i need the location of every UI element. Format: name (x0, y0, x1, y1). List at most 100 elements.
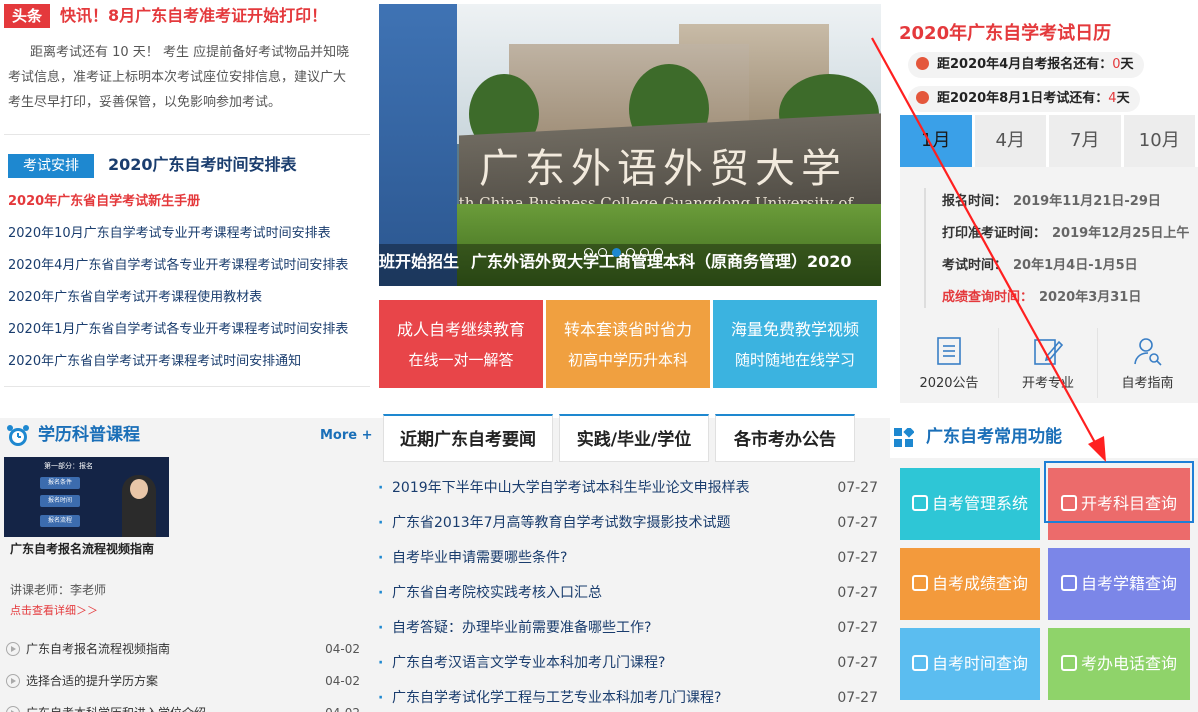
highlight-box (1044, 461, 1194, 523)
calendar-row-registration: 报名时间： 2019年11月21日-29日 (942, 194, 1161, 209)
banner-dot[interactable] (584, 248, 593, 257)
edit-icon (1034, 339, 1063, 365)
countdown-unit: 天 (1116, 91, 1130, 106)
exam-schedule-tag: 考试安排 (8, 154, 94, 178)
course-list: 广东自考报名流程视频指南04-02 选择合适的提升学历方案04-02 广东自考本… (4, 638, 370, 712)
exam-schedule-link[interactable]: 2020年广东省自学考试开考课程考试时间安排通知 (8, 346, 378, 378)
news-tabs: 近期广东自考要闻 实践/毕业/学位 各市考办公告 (383, 414, 883, 462)
enrollment-query-button[interactable]: 自考学籍查询 (1048, 548, 1190, 620)
banner-dot[interactable] (598, 248, 607, 257)
news-item[interactable]: · 自考毕业申请需要哪些条件? 07-27 (378, 542, 883, 577)
banner-dots (584, 242, 668, 261)
promo-line2: 初高中学历升本科 (567, 351, 688, 369)
banner-dot-active[interactable] (612, 248, 621, 257)
tab-month-10[interactable]: 10月 (1123, 115, 1195, 167)
video-menu-item: 报名流程 (40, 515, 80, 527)
tab-month-1[interactable]: 1月 (900, 115, 972, 167)
video-presenter-face (130, 479, 148, 499)
promo-button-upgrade[interactable]: 转本套读省时省力 初高中学历升本科 (546, 300, 710, 388)
courses-more-link[interactable]: More + (320, 426, 373, 446)
tools-icon (911, 495, 928, 511)
news-list: · 2019年下半年中山大学自学考试本科生毕业论文申报样表 07-27 · 广东省20… (378, 472, 883, 712)
tab-month-7[interactable]: 7月 (1049, 115, 1121, 167)
graduation-cap-icon (911, 655, 928, 671)
exam-schedule-list: 2020年广东省自学考试新生手册 2020年10月广东自学考试专业开考课程考试时… (8, 186, 378, 378)
shortcut-guide[interactable]: 自考指南 (1098, 328, 1197, 398)
course-list-item[interactable]: 广东自考本科学历和进入学位介绍04-02 (4, 702, 370, 712)
news-item[interactable]: · 广东省2013年7月高等教育自学考试数字摄影技术试题 07-27 (378, 507, 883, 542)
office-phone-query-button[interactable]: 考办电话查询 (1048, 628, 1190, 700)
grid-icon (894, 428, 914, 447)
exam-schedule-link[interactable]: 2020年10月广东自学考试专业开考课程考试时间安排表 (8, 218, 378, 250)
news-item[interactable]: · 2019年下半年中山大学自学考试本科生毕业论文申报样表 07-27 (378, 472, 883, 507)
functions-title: 广东自考常用功能 (926, 427, 1062, 447)
timeline-line (924, 188, 926, 308)
news-item[interactable]: · 广东自考汉语言文学专业本科加考几门课程? 07-27 (378, 647, 883, 682)
shortcut-label: 开考专业 (1021, 376, 1074, 391)
promo-line1: 转本套读省时省力 (563, 320, 692, 339)
banner-building (509, 44, 749, 134)
video-overlay-text: 第一部分：报名 (44, 462, 93, 470)
alarm-clock-icon (7, 425, 29, 446)
course-detail-link[interactable]: 点击查看详细＞＞ (10, 602, 98, 620)
banner-sign-text: 广东外语外贸大学 (479, 146, 847, 192)
video-menu-item: 报名时间 (40, 495, 80, 507)
shortcut-label: 自考指南 (1121, 376, 1174, 391)
promo-line2: 随时随地在线学习 (734, 351, 855, 369)
tab-practice-graduation[interactable]: 实践/毕业/学位 (559, 414, 709, 462)
banner-prev-caption[interactable]: 班开始招生 (379, 248, 459, 272)
promo-line1: 海量免费教学视频 (730, 320, 859, 339)
course-list-item[interactable]: 选择合适的提升学历方案 04-02 (4, 670, 370, 702)
calendar-month-tabs: 1月 4月 7月 10月 (900, 115, 1198, 167)
countdown-text: 距2020年8月1日考试还有： (937, 91, 1109, 106)
promo-button-continuing-edu[interactable]: 成人自考继续教育 在线一对一解答 (379, 300, 543, 388)
promo-line1: 成人自考继续教育 (396, 320, 525, 339)
user-search-icon (1133, 338, 1162, 366)
tab-city-notices[interactable]: 各市考办公告 (715, 414, 855, 462)
headline-tag: 头条 (4, 4, 50, 28)
exam-schedule-link[interactable]: 2020年广东省自学考试新生手册 (8, 186, 378, 218)
play-icon (6, 706, 20, 712)
calendar-title: 2020年广东自学考试日历 (899, 23, 1112, 44)
exam-schedule-link[interactable]: 2020年1月广东省自学考试各专业开考课程考试时间安排表 (8, 314, 378, 346)
exam-schedule-link[interactable]: 2020年广东省自学考试开考课程使用教材表 (8, 282, 378, 314)
score-query-button[interactable]: 自考成绩查询 (900, 548, 1040, 620)
promo-button-videos[interactable]: 海量免费教学视频 随时随地在线学习 (713, 300, 877, 388)
news-item[interactable]: · 自考答疑：办理毕业前需要准备哪些工作? 07-27 (378, 612, 883, 647)
courses-title: 学历科普课程 (38, 425, 140, 445)
headline-title-link[interactable]: 快讯！8月广东自考准考证开始打印！ (60, 4, 327, 28)
course-video-title[interactable]: 广东自考报名流程视频指南 (10, 540, 154, 558)
clock-icon (916, 91, 929, 104)
book-icon (1060, 575, 1077, 591)
calendar-shortcuts: 2020公告 开考专业 自考指南 (900, 328, 1198, 398)
notice-icon (937, 337, 961, 365)
banner-carousel[interactable]: 广东外语外贸大学 uth China Business College Guan… (379, 4, 881, 286)
promo-line2: 在线一对一解答 (408, 351, 514, 369)
news-item[interactable]: · 广东省自考院校实践考核入口汇总 07-27 (378, 577, 883, 612)
course-video-thumbnail[interactable]: 第一部分：报名 报名条件 报名时间 报名流程 (4, 457, 169, 537)
divider (4, 134, 370, 135)
news-item[interactable]: · 广东自学考试化学工程与工艺专业本科加考几门课程? 07-27 (378, 682, 883, 712)
countdown-number: 4 (1108, 91, 1117, 106)
exam-schedule-link[interactable]: 2020年4月广东省自学考试各专业开考课程考试时间安排表 (8, 250, 378, 282)
clock-icon (916, 57, 929, 70)
course-list-item[interactable]: 广东自考报名流程视频指南 04-02 (4, 638, 370, 670)
headline-body: 距离考试还有 10 天！ 考生 应提前备好考试物品并知晓考试信息，准考证上标明本… (8, 45, 350, 110)
exam-time-query-button[interactable]: 自考时间查询 (900, 628, 1040, 700)
banner-dot[interactable] (654, 248, 663, 257)
countdown-unit: 天 (1120, 57, 1134, 72)
tab-month-4[interactable]: 4月 (974, 115, 1046, 167)
exam-schedule-title-link[interactable]: 2020广东自考时间安排表 (108, 153, 297, 177)
course-teacher: 讲课老师：李老师 (10, 583, 107, 597)
countdown-number: 0 (1112, 57, 1121, 72)
countdown-exam: 距2020年8月1日考试还有：4天 (908, 86, 1140, 112)
calendar-row-exam: 考试时间： 20年1月4日-1月5日 (942, 258, 1138, 273)
play-icon (6, 674, 20, 688)
banner-dot[interactable] (640, 248, 649, 257)
video-menu-item: 报名条件 (40, 477, 80, 489)
exam-management-button[interactable]: 自考管理系统 (900, 468, 1040, 540)
shortcut-notice[interactable]: 2020公告 (900, 328, 999, 398)
banner-dot[interactable] (626, 248, 635, 257)
shortcut-majors[interactable]: 开考专业 (999, 328, 1098, 398)
tab-news[interactable]: 近期广东自考要闻 (383, 414, 553, 462)
